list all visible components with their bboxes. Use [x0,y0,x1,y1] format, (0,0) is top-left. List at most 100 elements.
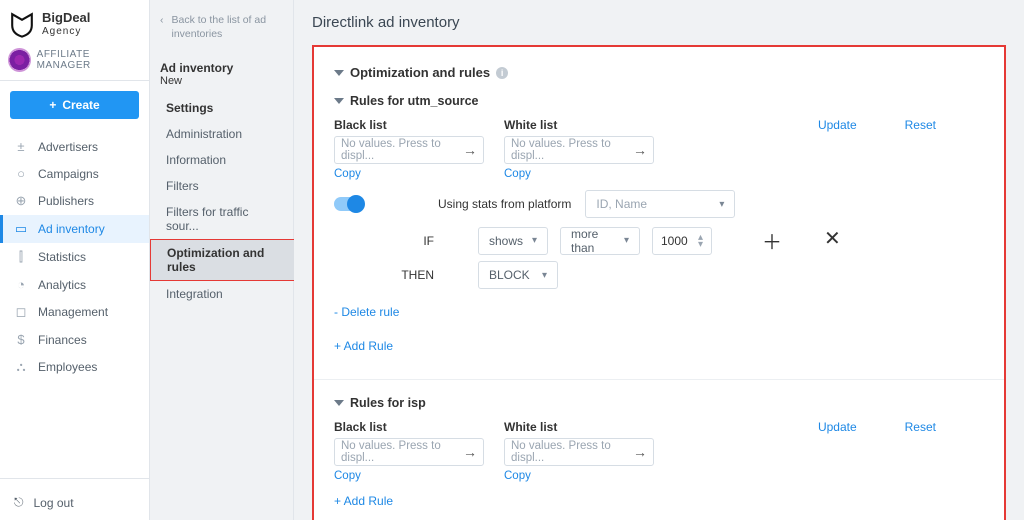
arrow-right-icon: → [463,142,477,158]
brand-name: BigDeal [42,11,90,25]
stats-toggle[interactable] [334,197,364,211]
subnav-item-filters[interactable]: Filters [150,173,293,199]
chevron-down-icon [334,98,344,104]
stats-label: Using stats from platform [438,197,571,211]
add-rule-link-isp[interactable]: + Add Rule [334,494,393,508]
utm-blacklist-placeholder: No values. Press to displ... [341,138,463,162]
sidebar-item-publishers[interactable]: ⊕Publishers [0,187,149,215]
page-title: Directlink ad inventory [312,14,1006,31]
subnav-heading: Ad inventory [150,53,293,75]
logout-label: Log out [34,496,74,510]
nav: ± Advertisers ○Campaigns⊕Publishers▭Ad inv… [0,129,149,472]
subnav-item-optimization-and-rules[interactable]: Optimization and rules [150,239,294,281]
info-icon[interactable]: i [496,67,508,79]
add-rule-link-utm[interactable]: + Add Rule [334,339,393,353]
arrow-right-icon: → [633,444,647,460]
utm-blacklist-label: Black list [334,118,484,132]
nav-label: Statistics [38,250,86,264]
chevron-down-icon: ▾ [532,235,537,246]
chevron-down-icon: ▾ [719,199,724,210]
sidebar-item-statistics[interactable]: ⫿Statistics [0,243,149,271]
create-label: Create [62,98,99,112]
plus-icon: + [49,98,56,112]
role-label: AFFILIATE MANAGER [37,49,141,71]
add-condition-button[interactable]: ＋ [762,226,782,255]
chevron-down-icon: ▾ [542,270,547,281]
nav-icon: ◔ [14,277,28,292]
sidebar-item-advertisers[interactable]: ± Advertisers [0,133,149,160]
isp-update-link[interactable]: Update [818,420,857,434]
nav-label: Analytics [38,278,86,292]
isp-blacklist-copy[interactable]: Copy [334,470,484,482]
rules-utm-title: Rules for utm_source [350,94,479,108]
avatar-icon [8,48,31,72]
nav-label: Publishers [38,194,94,208]
if-label: IF [334,234,434,248]
section-title: Optimization and rules [350,65,490,80]
rules-utm-header[interactable]: Rules for utm_source [334,94,984,108]
role-row: AFFILIATE MANAGER [0,40,149,81]
sidebar-item-employees[interactable]: ⛬Employees [0,353,149,381]
subnav-item-settings[interactable]: Settings [150,95,293,121]
subnav-item-administration[interactable]: Administration [150,121,293,147]
isp-blacklist-picker[interactable]: No values. Press to displ... → [334,438,484,466]
nav-label: Campaigns [38,167,99,181]
nav-icon: ± [14,139,28,154]
sidebar-item-campaigns[interactable]: ○Campaigns [0,160,149,187]
isp-whitelist-copy[interactable]: Copy [504,470,654,482]
brand: BigDeal Agency [0,0,149,40]
create-button[interactable]: + Create [10,91,139,119]
back-link[interactable]: ‹ Back to the list of ad inventories [150,8,293,53]
nav-label: Management [38,305,108,319]
back-label: Back to the list of ad inventories [172,14,284,41]
then-action-select[interactable]: BLOCK▾ [478,261,558,289]
isp-whitelist-picker[interactable]: No values. Press to displ... → [504,438,654,466]
subnav-subheading: New [150,75,293,95]
isp-whitelist-label: White list [504,420,654,434]
if-metric-select[interactable]: shows▾ [478,227,548,255]
then-label: THEN [334,268,434,282]
brand-sub: Agency [42,26,90,37]
sidebar-item-ad-inventory[interactable]: ▭Ad inventory [0,215,149,243]
platform-placeholder: ID, Name [596,197,647,211]
utm-whitelist-label: White list [504,118,654,132]
utm-reset-link[interactable]: Reset [905,118,936,132]
logout-button[interactable]: ⎋ Log out [0,485,149,520]
nav-icon: $ [14,332,28,347]
sidebar-item-finances[interactable]: $ Finances [0,326,149,353]
rules-isp-title: Rules for isp [350,396,426,410]
if-value-input[interactable]: 1000 ▴▾ [652,227,712,255]
rules-panel: Optimization and rules i Rules for utm_s… [312,45,1006,520]
utm-whitelist-picker[interactable]: No values. Press to displ... → [504,136,654,164]
utm-whitelist-copy[interactable]: Copy [504,168,654,180]
isp-reset-link[interactable]: Reset [905,420,936,434]
nav-icon: ◻ [14,304,28,320]
platform-select[interactable]: ID, Name ▾ [585,190,735,218]
subnav: ‹ Back to the list of ad inventories Ad … [150,0,294,520]
utm-whitelist-placeholder: No values. Press to displ... [511,138,633,162]
nav-label: Advertisers [38,140,98,154]
utm-blacklist-picker[interactable]: No values. Press to displ... → [334,136,484,164]
if-comparator-select[interactable]: more than▾ [560,227,640,255]
delete-rule-link[interactable]: - Delete rule [334,305,399,319]
number-stepper-icon[interactable]: ▴▾ [698,234,703,248]
arrow-right-icon: → [633,142,647,158]
main: Directlink ad inventory Optimization and… [294,0,1024,520]
nav-label: Finances [38,333,87,347]
chevron-down-icon [334,400,344,406]
subnav-item-integration[interactable]: Integration [150,281,293,307]
chevron-left-icon: ‹ [160,14,164,28]
remove-condition-button[interactable]: ✕ [824,226,841,255]
chevron-down-icon: ▾ [624,235,629,246]
sidebar-item-analytics[interactable]: ◔ Analytics [0,271,149,298]
utm-update-link[interactable]: Update [818,118,857,132]
nav-icon: ▭ [14,221,28,237]
utm-blacklist-copy[interactable]: Copy [334,168,484,180]
sidebar: BigDeal Agency AFFILIATE MANAGER + Creat… [0,0,150,520]
section-header[interactable]: Optimization and rules i [334,65,984,80]
sidebar-item-management[interactable]: ◻ Management [0,298,149,326]
rules-isp-header[interactable]: Rules for isp [334,396,984,410]
subnav-item-information[interactable]: Information [150,147,293,173]
subnav-item-filters-for-traffic-sour-[interactable]: Filters for traffic sour... [150,199,293,239]
logo-icon [8,10,36,38]
